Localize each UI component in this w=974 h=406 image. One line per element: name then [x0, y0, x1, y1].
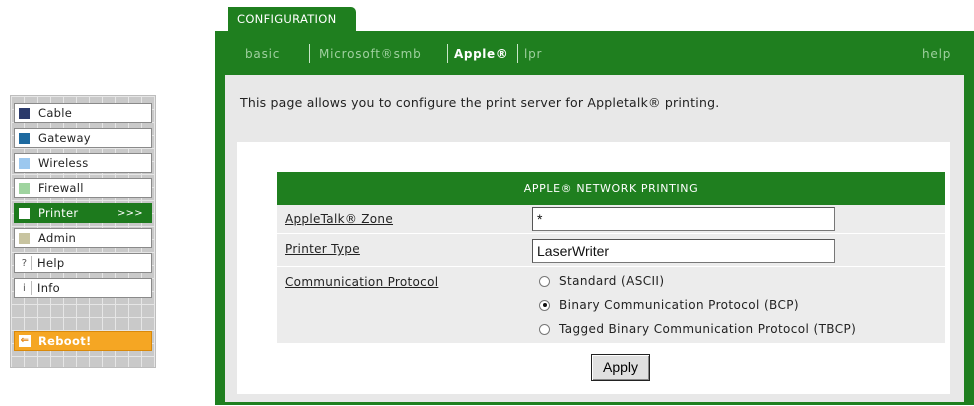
- intro-text: This page allows you to configure the pr…: [240, 95, 720, 110]
- subnav-lpr[interactable]: lpr: [524, 47, 542, 61]
- nav-item-wireless[interactable]: Wireless: [14, 153, 152, 173]
- protocol-option-label: Standard (ASCII): [559, 274, 665, 288]
- printer-color-icon: [19, 207, 30, 219]
- protocol-option-standard[interactable]: Standard (ASCII): [539, 274, 664, 288]
- settings-card: APPLE® NETWORK PRINTING AppleTalk® Zone …: [237, 142, 950, 394]
- nav-item-gateway[interactable]: Gateway: [14, 128, 152, 148]
- nav-item-label: Admin: [38, 231, 77, 245]
- reboot-label: Reboot!: [38, 334, 92, 348]
- protocol-option-tbcp[interactable]: Tagged Binary Communication Protocol (TB…: [539, 322, 856, 336]
- subnav-divider: [517, 44, 518, 63]
- sub-navigation: basic Microsoft®smb Apple® lpr help: [215, 31, 974, 75]
- help-link[interactable]: help: [922, 47, 951, 61]
- nav-item-label: Wireless: [38, 156, 89, 170]
- reboot-button[interactable]: ⇐ Reboot!: [14, 331, 152, 351]
- info-icon: i: [18, 281, 32, 295]
- firewall-color-icon: [19, 182, 30, 194]
- nav-item-admin[interactable]: Admin: [14, 228, 152, 248]
- wireless-color-icon: [19, 157, 30, 169]
- communication-protocol-label: Communication Protocol: [285, 275, 439, 289]
- main-panel: basic Microsoft®smb Apple® lpr help This…: [215, 31, 974, 405]
- subnav-basic[interactable]: basic: [245, 47, 280, 61]
- nav-item-printer[interactable]: Printer >>>: [14, 203, 152, 223]
- nav-item-label: Help: [37, 256, 65, 270]
- subnav-divider: [309, 44, 310, 63]
- subnav-divider: [447, 44, 448, 63]
- appletalk-zone-input[interactable]: [532, 207, 835, 231]
- subnav-apple[interactable]: Apple®: [454, 47, 508, 61]
- cable-color-icon: [19, 107, 30, 119]
- logout-icon: ⇐: [19, 335, 31, 347]
- appletalk-zone-row: AppleTalk® Zone: [277, 205, 945, 234]
- protocol-option-bcp[interactable]: Binary Communication Protocol (BCP): [539, 298, 799, 312]
- nav-item-firewall[interactable]: Firewall: [14, 178, 152, 198]
- printer-type-label: Printer Type: [285, 242, 360, 256]
- nav-item-label: Gateway: [38, 131, 91, 145]
- apply-button[interactable]: Apply: [591, 354, 650, 381]
- nav-item-cable[interactable]: Cable: [14, 103, 152, 123]
- content-area: This page allows you to configure the pr…: [225, 75, 964, 402]
- apple-printing-table: APPLE® NETWORK PRINTING AppleTalk® Zone …: [277, 172, 945, 344]
- tab-configuration[interactable]: CONFIGURATION: [228, 7, 356, 32]
- section-title: APPLE® NETWORK PRINTING: [277, 172, 945, 205]
- nav-item-label: Firewall: [38, 181, 84, 195]
- question-mark-icon: ?: [18, 256, 32, 270]
- radio-button[interactable]: [539, 275, 550, 287]
- gateway-color-icon: [19, 132, 30, 144]
- nav-item-label: Printer: [38, 206, 79, 220]
- nav-item-help[interactable]: ? Help: [14, 253, 152, 273]
- radio-button[interactable]: [539, 323, 550, 335]
- appletalk-zone-label: AppleTalk® Zone: [285, 212, 394, 226]
- protocol-option-label: Tagged Binary Communication Protocol (TB…: [559, 322, 857, 336]
- communication-protocol-row: Communication Protocol Standard (ASCII) …: [277, 267, 945, 344]
- nav-item-label: Cable: [38, 106, 73, 120]
- nav-item-info[interactable]: i Info: [14, 278, 152, 298]
- side-navigation: Cable Gateway Wireless Firewall Printer …: [10, 95, 156, 368]
- nav-item-label: Info: [37, 281, 60, 295]
- radio-button-selected[interactable]: [539, 299, 550, 311]
- protocol-option-label: Binary Communication Protocol (BCP): [559, 298, 799, 312]
- chevron-right-icon: >>>: [116, 207, 143, 219]
- admin-color-icon: [19, 232, 30, 244]
- printer-type-input[interactable]: [532, 239, 835, 263]
- printer-type-row: Printer Type: [277, 234, 945, 267]
- subnav-microsoft-smb[interactable]: Microsoft®smb: [319, 47, 422, 61]
